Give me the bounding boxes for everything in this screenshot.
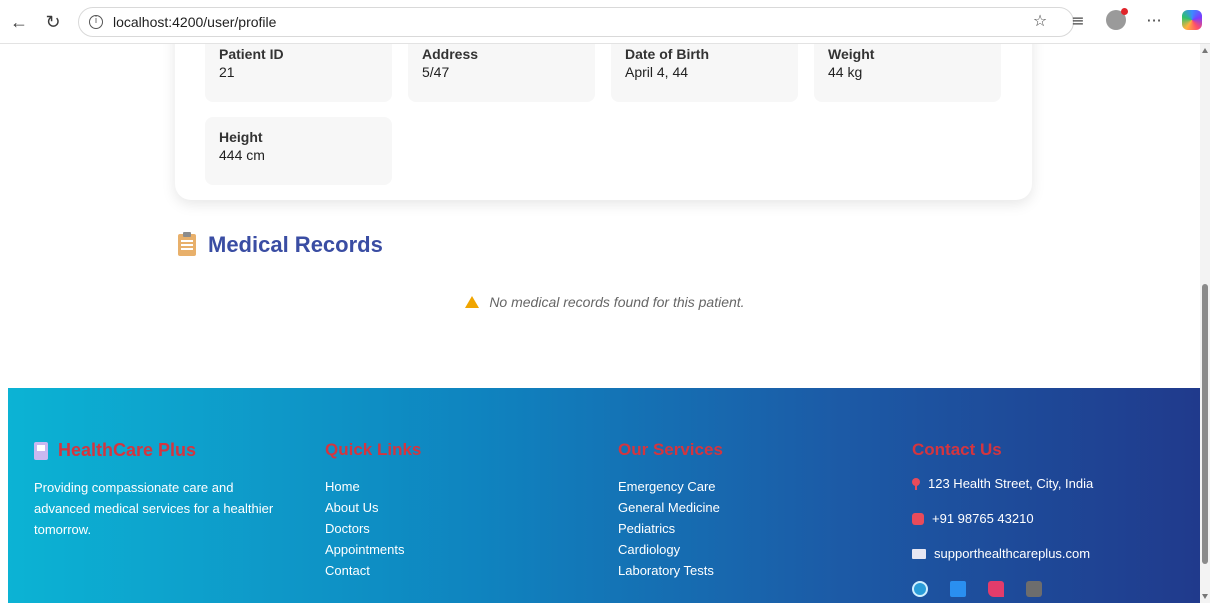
- scroll-up-arrow-icon[interactable]: [1202, 48, 1208, 53]
- favorites-list-icon[interactable]: ≡: [1066, 8, 1090, 32]
- back-icon[interactable]: ←: [6, 9, 32, 35]
- scroll-thumb[interactable]: [1202, 284, 1208, 564]
- field-height: Height 444 cm: [205, 117, 392, 185]
- field-patient-id: Patient ID 21: [205, 44, 392, 102]
- footer-link-doctors[interactable]: Doctors: [325, 518, 421, 539]
- field-address: Address 5/47: [408, 44, 595, 102]
- field-value: 21: [219, 64, 235, 80]
- phone-icon: [912, 512, 924, 525]
- profile-card: Patient ID 21 Address 5/47 Date of Birth…: [175, 44, 1032, 200]
- hospital-icon: [34, 441, 48, 460]
- footer-link-contact[interactable]: Contact: [325, 560, 421, 581]
- field-label: Weight: [828, 46, 875, 62]
- refresh-icon[interactable]: ↻: [40, 9, 66, 35]
- location-pin-icon: [912, 477, 920, 490]
- boot-icon[interactable]: [988, 581, 1004, 597]
- field-value: April 4, 44: [625, 64, 689, 80]
- service-link-cardiology[interactable]: Cardiology: [618, 539, 723, 560]
- service-link-emergency[interactable]: Emergency Care: [618, 476, 723, 497]
- footer-brand-column: HealthCare Plus Providing compassionate …: [34, 440, 284, 540]
- services-heading: Our Services: [618, 440, 723, 459]
- more-menu-icon[interactable]: ···: [1142, 8, 1166, 32]
- field-weight: Weight 44 kg: [814, 44, 1001, 102]
- medical-records-heading: Medical Records: [178, 232, 383, 258]
- footer-link-home[interactable]: Home: [325, 476, 421, 497]
- book-icon[interactable]: [950, 581, 966, 597]
- service-link-pediatrics[interactable]: Pediatrics: [618, 518, 723, 539]
- field-value: 444 cm: [219, 147, 265, 163]
- footer-quick-links: Quick Links Home About Us Doctors Appoin…: [325, 440, 421, 581]
- favorite-star-icon[interactable]: ☆: [1028, 8, 1052, 32]
- site-info-icon[interactable]: i: [89, 15, 103, 29]
- field-label: Address: [422, 46, 479, 62]
- medical-records-title: Medical Records: [208, 232, 383, 257]
- field-label: Date of Birth: [625, 46, 709, 62]
- clipboard-icon: [178, 232, 196, 256]
- service-link-general-medicine[interactable]: General Medicine: [618, 497, 723, 518]
- browser-toolbar: ← ↻ i localhost:4200/user/profile ☆ ≡ ··…: [0, 0, 1210, 44]
- site-footer: HealthCare Plus Providing compassionate …: [8, 388, 1200, 603]
- contact-address: 123 Health Street, City, India: [912, 476, 1093, 491]
- quick-links-heading: Quick Links: [325, 440, 422, 459]
- scroll-down-arrow-icon[interactable]: [1202, 594, 1208, 599]
- social-links: [912, 581, 1093, 597]
- copilot-icon[interactable]: [1180, 8, 1204, 32]
- contact-email[interactable]: supporthealthcareplus.com: [912, 546, 1093, 561]
- brand-tagline: Providing compassionate care and advance…: [34, 480, 274, 537]
- field-value: 44 kg: [828, 64, 863, 80]
- field-date-of-birth: Date of Birth April 4, 44: [611, 44, 798, 102]
- page-viewport: Patient ID 21 Address 5/47 Date of Birth…: [0, 44, 1200, 603]
- service-link-laboratory[interactable]: Laboratory Tests: [618, 560, 723, 581]
- no-records-message: No medical records found for this patien…: [0, 294, 1200, 310]
- footer-contact: Contact Us 123 Health Street, City, Indi…: [912, 440, 1093, 597]
- globe-icon[interactable]: [912, 581, 928, 597]
- no-records-text: No medical records found for this patien…: [489, 294, 745, 310]
- address-url: localhost:4200/user/profile: [113, 14, 277, 30]
- page-scrollbar[interactable]: [1200, 44, 1210, 603]
- footer-link-about[interactable]: About Us: [325, 497, 421, 518]
- email-icon: [912, 548, 926, 559]
- field-value: 5/47: [422, 64, 450, 80]
- contact-email-text: supporthealthcareplus.com: [934, 546, 1091, 561]
- warning-icon: [465, 296, 480, 308]
- address-bar[interactable]: i localhost:4200/user/profile: [78, 7, 1074, 37]
- field-label: Height: [219, 129, 263, 145]
- brand-name: HealthCare Plus: [58, 440, 197, 460]
- footer-link-appointments[interactable]: Appointments: [325, 539, 421, 560]
- camera-icon[interactable]: [1026, 581, 1042, 597]
- contact-phone-text: +91 98765 43210: [932, 511, 1034, 526]
- footer-services: Our Services Emergency Care General Medi…: [618, 440, 723, 581]
- footer-brand[interactable]: HealthCare Plus: [34, 440, 284, 461]
- contact-address-text: 123 Health Street, City, India: [928, 476, 1094, 491]
- profile-avatar-icon[interactable]: [1104, 8, 1128, 32]
- contact-phone[interactable]: +91 98765 43210: [912, 511, 1093, 526]
- contact-heading: Contact Us: [912, 440, 1002, 459]
- field-label: Patient ID: [219, 46, 284, 62]
